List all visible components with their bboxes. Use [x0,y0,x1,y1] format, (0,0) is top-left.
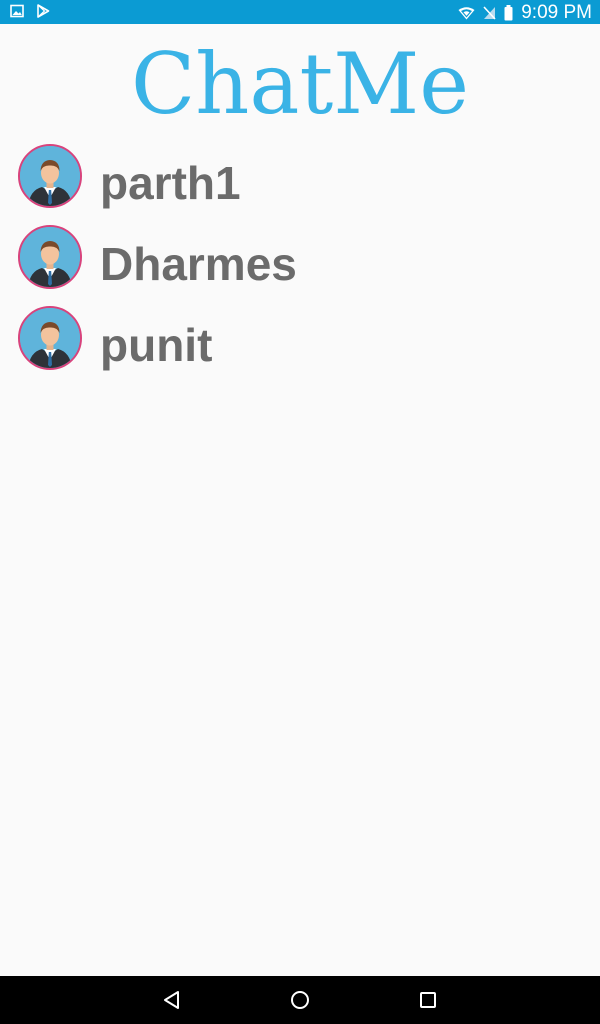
contact-name: Dharmes [100,238,297,290]
battery-icon [504,5,513,21]
businessman-avatar-icon [18,144,82,208]
contact-item[interactable]: Dharmes [0,224,600,305]
app-title: ChatMe [131,35,469,133]
status-time: 9:09 PM [521,2,592,23]
home-icon[interactable] [288,988,312,1012]
status-bar: 9:09 PM [0,0,600,24]
businessman-avatar-icon [18,306,82,370]
contact-list: parth1 Dharmes punit [0,143,600,386]
contact-item[interactable]: parth1 [0,143,600,224]
navigation-bar [0,976,600,1024]
back-icon[interactable] [160,988,184,1012]
gallery-icon [10,4,24,18]
contact-name: punit [100,319,213,371]
contact-name: parth1 [100,157,241,209]
contact-item[interactable]: punit [0,305,600,386]
no-signal-icon [483,6,496,20]
play-store-icon [36,4,50,18]
recents-icon[interactable] [416,988,440,1012]
businessman-avatar-icon [18,225,82,289]
wifi-icon [458,6,475,20]
